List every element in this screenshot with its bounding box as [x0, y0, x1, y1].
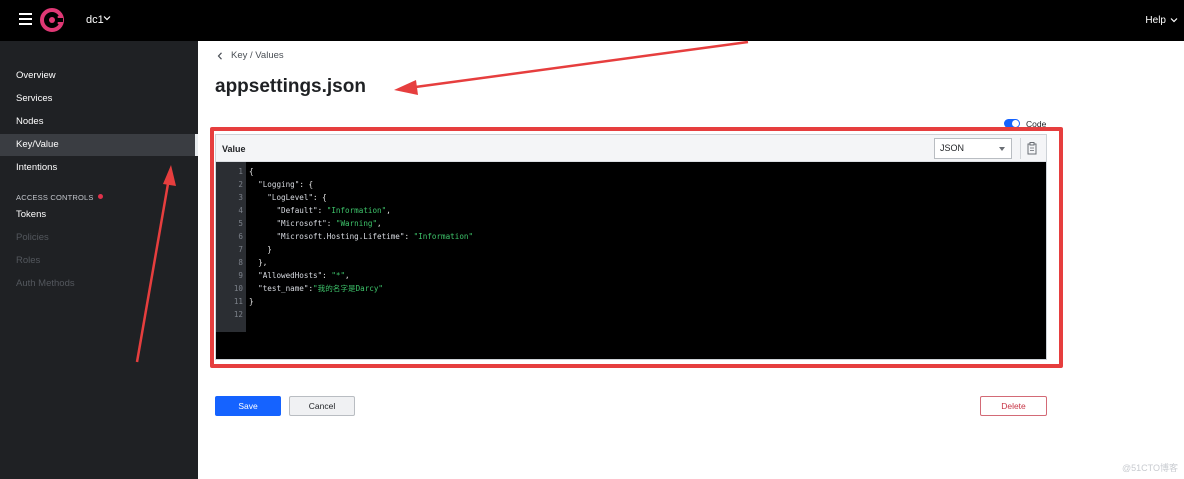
watermark: @51CTO博客	[1122, 463, 1178, 473]
help-menu[interactable]: Help	[1145, 15, 1166, 26]
status-dot-icon	[97, 194, 103, 199]
sidebar-item-policies: Policies	[16, 232, 49, 243]
save-button[interactable]: Save	[215, 396, 281, 416]
annotation-box	[210, 127, 1063, 368]
annotation-arrow-title	[394, 40, 749, 95]
sidebar-item-services[interactable]: Services	[0, 88, 198, 110]
page-title: appsettings.json	[215, 76, 366, 97]
consul-logo-icon[interactable]	[40, 8, 64, 32]
chevron-down-icon[interactable]	[1170, 16, 1178, 24]
sidebar-item-key-value[interactable]: Key/Value	[0, 134, 198, 156]
top-bar: dc1 Help	[0, 0, 1184, 41]
sidebar-item-intentions[interactable]: Intentions	[0, 157, 198, 179]
datacenter-selector[interactable]: dc1	[86, 14, 104, 26]
chevron-down-icon[interactable]	[103, 14, 111, 22]
sidebar-item-roles: Roles	[16, 255, 41, 266]
sidebar-item-tokens[interactable]: Tokens	[0, 204, 198, 226]
menu-icon[interactable]	[19, 13, 32, 25]
sidebar-item-overview[interactable]: Overview	[0, 65, 198, 87]
delete-button[interactable]: Delete	[980, 396, 1047, 416]
access-controls-heading: ACCESS CONTROLS	[16, 193, 103, 202]
sidebar: Overview Services Nodes Key/Value Intent…	[0, 41, 198, 479]
cancel-button[interactable]: Cancel	[289, 396, 355, 416]
section-label: ACCESS CONTROLS	[16, 193, 94, 202]
sidebar-item-nodes[interactable]: Nodes	[0, 111, 198, 133]
sidebar-item-auth-methods: Auth Methods	[16, 278, 75, 289]
chevron-left-icon[interactable]	[217, 52, 223, 60]
breadcrumb[interactable]: Key / Values	[231, 50, 284, 61]
